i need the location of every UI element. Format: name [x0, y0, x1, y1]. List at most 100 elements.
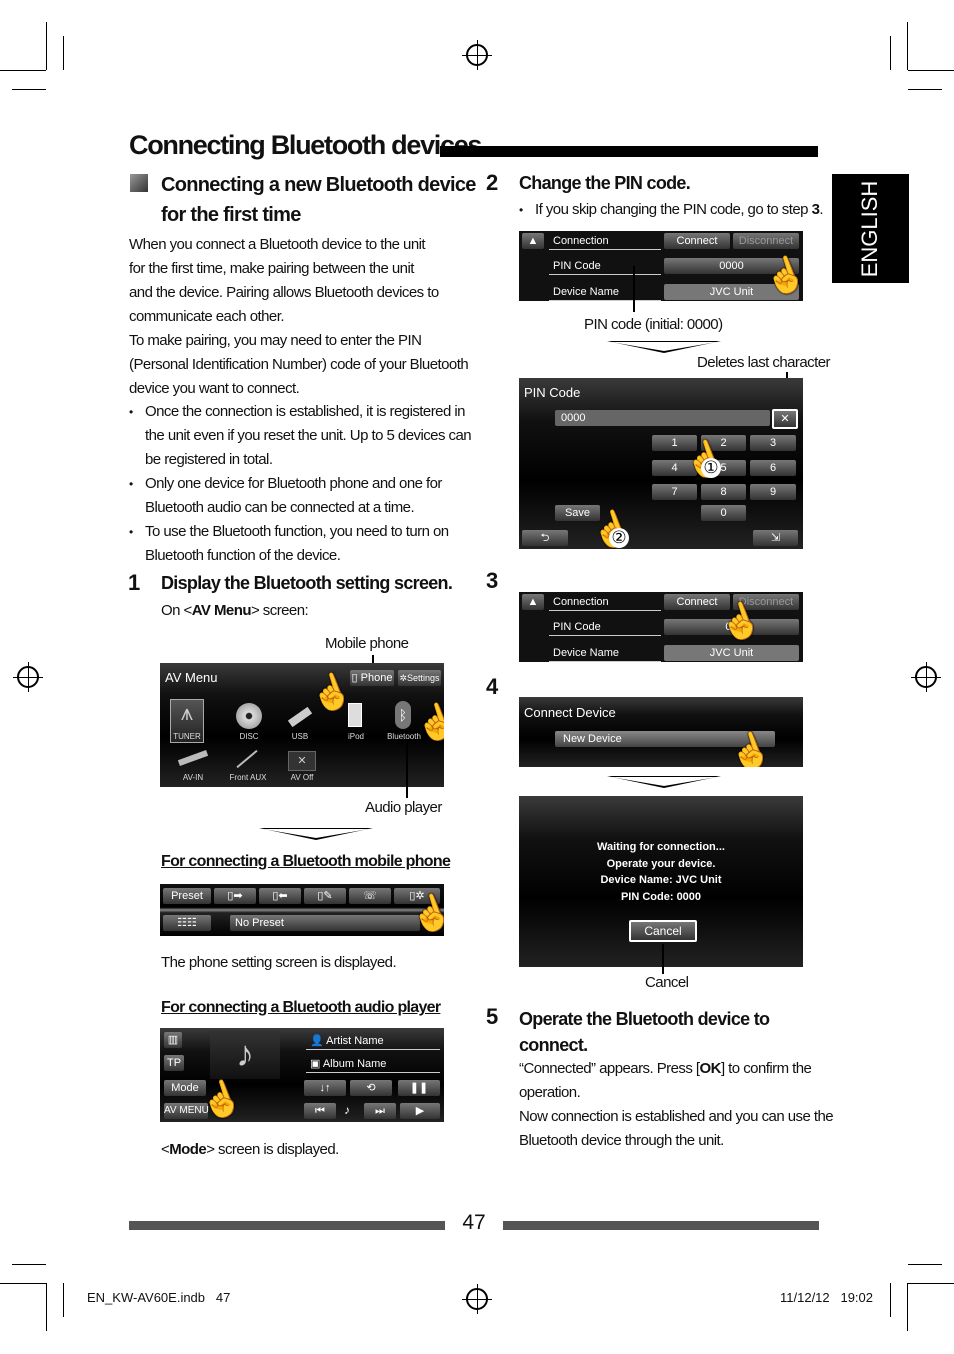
cancel-callout: Cancel — [645, 974, 689, 991]
pin-input[interactable]: 0000 — [555, 410, 770, 426]
bullet-item: • Only one device for Bluetooth phone an… — [129, 472, 471, 520]
text-line: (Personal Identification Number) code of… — [129, 356, 469, 373]
crop-mark — [908, 89, 942, 90]
bluetooth-settings-screen-step3: ▲ Connection Connect Disconnect PIN Code… — [519, 592, 803, 662]
tuner-label: TUNER — [173, 732, 201, 741]
crop-mark — [12, 89, 46, 90]
tp-button[interactable]: TP — [164, 1055, 184, 1071]
text-line: device you want to connect. — [129, 380, 300, 397]
music-note-icon: ♪ — [210, 1031, 280, 1079]
text-line: operation. — [519, 1084, 581, 1101]
bluetooth-icon[interactable]: ᛒ — [395, 701, 411, 729]
crop-mark — [63, 1283, 64, 1317]
disconnect-button[interactable]: Disconnect — [733, 233, 799, 249]
key-6[interactable]: 6 — [750, 460, 796, 476]
key-7[interactable]: 7 — [652, 484, 697, 500]
down-arrow-icon — [259, 828, 373, 840]
phonebook-button[interactable]: ☏ — [349, 888, 391, 904]
screen-title: AV Menu — [165, 670, 218, 685]
section-heading: Connecting a new Bluetooth device for th… — [161, 170, 476, 230]
pause-button[interactable]: ❚❚ — [398, 1080, 440, 1096]
bullet-item: • To use the Bluetooth function, you nee… — [129, 520, 471, 568]
connect-button[interactable]: Connect — [664, 233, 730, 249]
preset-button[interactable]: Preset — [163, 888, 211, 904]
back-button[interactable]: ⮌ — [522, 530, 568, 546]
receive-phone-button[interactable]: ▯⬅ — [259, 888, 301, 904]
crop-mark — [46, 22, 47, 70]
crop-mark — [46, 1283, 47, 1331]
key-8[interactable]: 8 — [701, 484, 746, 500]
screen-title: Connect Device — [524, 705, 616, 720]
text-line: PIN Code: 0000 — [620, 890, 702, 903]
crop-mark — [907, 1283, 908, 1331]
scroll-up-button[interactable]: ▲ — [522, 594, 544, 610]
pin-entry-screen: PIN Code 0000 ✕ 1 2 3 4 5 6 7 8 9 0 Save… — [519, 378, 803, 549]
backspace-button[interactable]: ✕ — [772, 409, 798, 429]
pin-callout: PIN code (initial: 0000) — [584, 316, 723, 333]
crop-mark — [63, 36, 64, 70]
text-line: Bluetooth audio can be connected at a ti… — [145, 499, 415, 516]
text-line: communicate each other. — [129, 308, 285, 325]
text-line: for the first time, make pairing between… — [129, 260, 414, 277]
pointing-hand-icon: ☝ — [409, 697, 444, 749]
text-line: the unit even if you reset the unit. Up … — [145, 427, 472, 444]
phone-screen: Preset ▯➡ ▯⬅ ▯✎ ☏ ▯✲ ☷☷ No Preset ☝ — [160, 884, 444, 936]
callout-audio-player: Audio player — [365, 799, 442, 816]
av-off-button[interactable]: ✕ — [288, 751, 316, 771]
footer-rule — [503, 1221, 819, 1230]
callout-mobile-phone: Mobile phone — [325, 635, 409, 652]
audio-screen: ▥ TP ♪ 👤 Artist Name ▣ Album Name Mode A… — [160, 1028, 444, 1122]
usb-label: USB — [291, 732, 309, 741]
keypad-button[interactable]: ☷☷ — [163, 915, 211, 931]
av-in-icon[interactable] — [177, 750, 209, 766]
language-tab-label: ENGLISH — [857, 180, 882, 278]
page-title: Connecting Bluetooth devices — [129, 130, 482, 160]
crop-mark — [0, 70, 46, 71]
previous-button[interactable]: ⏮ — [304, 1103, 336, 1119]
phone-button[interactable]: ▯ Phone — [350, 670, 394, 686]
av-menu-screen: AV Menu ▯ Phone ✲Settings ⩚ TUNER DISC U… — [160, 663, 444, 787]
text-line: and the device. Pairing allows Bluetooth… — [129, 284, 439, 301]
equalizer-button[interactable]: ▥ — [164, 1032, 182, 1048]
text-line: Bluetooth function of the device. — [145, 547, 341, 564]
registration-mark-icon — [462, 1284, 492, 1314]
key-0[interactable]: 0 — [701, 505, 746, 521]
settings-button[interactable]: ✲Settings — [398, 670, 441, 686]
intro-paragraph: When you connect a Bluetooth device to t… — [129, 233, 469, 401]
cancel-button[interactable]: Cancel — [629, 920, 697, 942]
step-title: Change the PIN code. — [519, 173, 691, 193]
text-line: Now connection is established and you ca… — [519, 1108, 834, 1125]
exit-button[interactable]: ⇲ — [753, 530, 798, 546]
device-name-button[interactable]: JVC Unit — [664, 645, 799, 661]
callout-line — [633, 266, 635, 312]
language-tab: ENGLISH — [832, 174, 909, 283]
text-line: When you connect a Bluetooth device to t… — [129, 236, 426, 253]
key-9[interactable]: 9 — [750, 484, 796, 500]
bullet-list: • Once the connection is established, it… — [129, 400, 472, 568]
preset-display: No Preset — [230, 915, 420, 931]
text-line: Waiting for connection... — [597, 841, 725, 853]
text-line: “Connected” appears. Press [OK] to confi… — [519, 1060, 812, 1077]
edit-phone-button[interactable]: ▯✎ — [304, 888, 346, 904]
connection-label: Connection — [549, 233, 661, 250]
pin-code-label: PIN Code — [549, 619, 661, 636]
send-phone-button[interactable]: ▯➡ — [214, 888, 256, 904]
disc-icon[interactable] — [236, 703, 262, 729]
repeat-button[interactable]: ⟲ — [350, 1080, 392, 1096]
next-button[interactable]: ⏭ — [364, 1103, 396, 1119]
key-3[interactable]: 3 — [750, 435, 796, 451]
step-number: 3 — [486, 568, 498, 593]
crop-mark — [908, 1264, 942, 1265]
connect-device-screen: Connect Device New Device ☝ — [519, 697, 803, 767]
usb-icon[interactable] — [287, 706, 313, 728]
step-marker-1: ① — [701, 458, 721, 478]
scroll-up-button[interactable]: ▲ — [522, 233, 544, 249]
crop-mark — [907, 22, 908, 70]
front-aux-icon[interactable] — [236, 749, 258, 769]
crop-mark — [12, 1264, 46, 1265]
shuffle-button[interactable]: ↓↑ — [304, 1080, 346, 1096]
step-marker-2: ② — [609, 528, 629, 548]
play-button[interactable]: ▶ — [400, 1103, 440, 1119]
av-in-label: AV-IN — [182, 773, 204, 782]
delete-callout: Deletes last character — [697, 354, 831, 371]
